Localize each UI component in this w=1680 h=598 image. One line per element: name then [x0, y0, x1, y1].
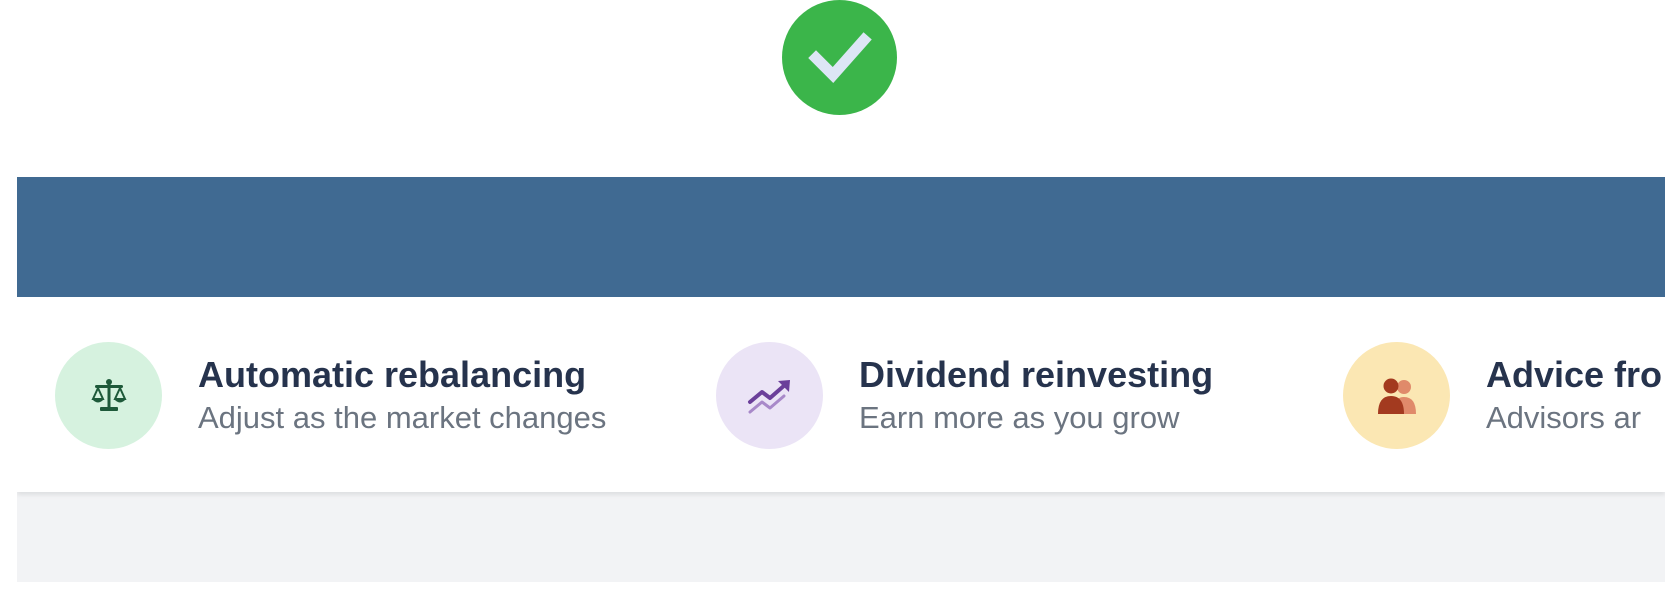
scales-icon: [55, 342, 162, 449]
page: Automatic rebalancing Adjust as the mark…: [0, 0, 1680, 598]
feature-dividend-reinvesting: Dividend reinvesting Earn more as you gr…: [716, 342, 1213, 449]
feature-subtitle: Earn more as you grow: [859, 399, 1180, 435]
feature-text: Dividend reinvesting Earn more as you gr…: [859, 353, 1213, 439]
feature-text: Advice fro Advisors ar: [1486, 353, 1662, 439]
banner: [17, 177, 1665, 297]
feature-subtitle: Advisors ar: [1486, 399, 1642, 435]
features-card: Automatic rebalancing Adjust as the mark…: [17, 177, 1665, 582]
people-icon: [1343, 342, 1450, 449]
feature-title: Dividend reinvesting: [859, 353, 1214, 395]
feature-automatic-rebalancing: Automatic rebalancing Adjust as the mark…: [55, 342, 606, 449]
success-badge: [782, 0, 897, 115]
feature-subtitle: Adjust as the market changes: [198, 399, 607, 435]
trending-up-icon: [716, 342, 823, 449]
feature-title: Advice fro: [1486, 353, 1663, 395]
features-row: Automatic rebalancing Adjust as the mark…: [17, 297, 1665, 492]
checkmark-icon: [807, 31, 872, 83]
feature-text: Automatic rebalancing Adjust as the mark…: [198, 353, 606, 439]
feature-advice: Advice fro Advisors ar: [1343, 342, 1662, 449]
feature-title: Automatic rebalancing: [198, 353, 587, 395]
